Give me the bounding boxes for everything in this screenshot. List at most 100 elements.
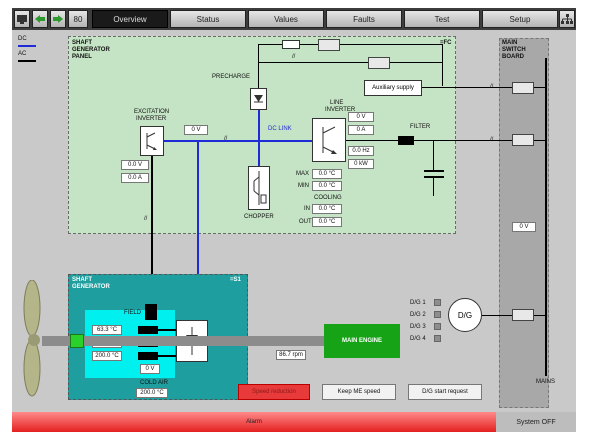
shaft-gen-title-1: SHAFT: [72, 277, 92, 283]
msb-voltage: 0 V: [512, 222, 536, 232]
mains-busbar: [545, 58, 547, 376]
excitation-label-2: INVERTER: [136, 116, 167, 122]
shaft-coupling: [70, 334, 84, 348]
dg-3-label: D/G 3: [410, 324, 426, 330]
legend-dc-line: [18, 45, 36, 47]
aux-junction: [442, 87, 443, 88]
tab-overview[interactable]: Overview: [92, 10, 168, 28]
field-winding: [145, 304, 157, 320]
excitation-inverter[interactable]: [140, 126, 164, 156]
tab-faults[interactable]: Faults: [326, 10, 402, 28]
tab-status[interactable]: Status: [170, 10, 246, 28]
stator-lead-3: [158, 355, 176, 357]
tab-setup[interactable]: Setup: [482, 10, 558, 28]
filter-cap-plate-1: [424, 170, 444, 172]
line-inverter-label-1: LINE: [330, 100, 344, 106]
legend-dc: DC: [18, 36, 27, 42]
aux-contactor[interactable]: [368, 57, 390, 69]
chopper[interactable]: [248, 166, 270, 210]
dg-1-label: D/G 1: [410, 300, 426, 306]
cooling-label: COOLING: [314, 195, 342, 201]
main-engine[interactable]: MAIN ENGINE: [324, 324, 400, 358]
dc-link-chopper: [258, 110, 260, 166]
screen: 80 Overview Status Values Faults Test Se…: [12, 8, 576, 432]
line-voltage: 0 V: [348, 112, 374, 122]
dg-1-indicator: [434, 299, 441, 306]
mains-label: MAINS: [536, 379, 556, 385]
cooling-in-temp: 0.0 °C: [312, 204, 342, 214]
line-inverter[interactable]: [312, 118, 346, 162]
dg-2-indicator: [434, 311, 441, 318]
excitation-label-1: EXCITATION: [134, 109, 170, 115]
dc-break-marker: //: [224, 136, 228, 142]
propeller-icon: [23, 280, 41, 397]
chopper-label: CHOPPER: [244, 214, 274, 220]
min-label: MIN: [298, 183, 309, 189]
back-arrow-icon[interactable]: [32, 10, 48, 28]
filter-label: FILTER: [410, 124, 431, 130]
filter-cap-plate-2: [424, 176, 444, 178]
legend-ac: AC: [18, 51, 27, 57]
sg-panel-title-3: PANEL: [72, 54, 92, 60]
min-temp: 0.0 °C: [312, 181, 342, 191]
speed-reduction-button[interactable]: Speed reduction: [238, 384, 310, 400]
msb-title-3: BOARD: [502, 54, 524, 60]
msb-breaker-line[interactable]: [512, 134, 534, 146]
cooling-out-temp: 0.0 °C: [312, 217, 342, 227]
line-power: 0 kW: [348, 159, 374, 169]
dg-start-request-button[interactable]: D/G start request: [408, 384, 482, 400]
winding-temp-1: 63.3 °C: [92, 325, 122, 335]
dc-link-voltage: 0 V: [184, 125, 208, 135]
filter-cap-ground: [433, 178, 434, 196]
aux-supply-box[interactable]: Auxiliary supply: [364, 80, 422, 96]
sg-panel-title-2: GENERATOR: [72, 47, 110, 53]
shaft-gen-voltage: 0 V: [140, 364, 160, 374]
excitation-break-marker: //: [144, 216, 148, 222]
alarm-bar[interactable]: Alarm: [12, 412, 496, 432]
propeller-shaft: [42, 336, 324, 346]
precharge-diode: [250, 88, 267, 110]
excitation-current: 0.0 A: [121, 173, 149, 183]
sg-panel-title-1: SHAFT: [72, 40, 92, 46]
shaft-gen-title-2: GENERATOR: [72, 284, 110, 290]
aux-break-marker: //: [490, 84, 494, 90]
field-label: FIELD: [124, 310, 142, 316]
tab-test[interactable]: Test: [404, 10, 480, 28]
stator-lead-1: [158, 329, 176, 331]
shaft-gen-id: =S1: [230, 277, 241, 283]
keep-me-speed-button[interactable]: Keep ME speed: [322, 384, 396, 400]
winding-temp-3: 200.0 °C: [92, 351, 122, 361]
counter-button[interactable]: 80: [68, 10, 88, 28]
line-current: 0 A: [348, 125, 374, 135]
precharge-resistor: [282, 40, 300, 49]
line-frequency: 0.0 Hz: [348, 146, 374, 156]
precharge-label: PRECHARGE: [212, 74, 251, 80]
max-label: MAX: [296, 171, 310, 177]
cold-air-label: COLD AIR: [140, 380, 169, 386]
line-break-marker: //: [490, 137, 494, 143]
legend-ac-line: [18, 60, 36, 62]
dc-link-label: DC LINK: [268, 126, 292, 132]
max-temp: 0.0 °C: [312, 169, 342, 179]
top-break-marker: //: [292, 54, 296, 60]
cooling-in-label: IN: [304, 206, 310, 212]
filter-cap-lead: [433, 140, 434, 170]
aux-vertical: [442, 44, 443, 86]
diesel-generator[interactable]: D/G: [448, 298, 482, 332]
forward-arrow-icon[interactable]: [50, 10, 66, 28]
toolbar: 80 Overview Status Values Faults Test Se…: [12, 8, 576, 30]
system-status: System OFF: [496, 412, 576, 432]
tab-values[interactable]: Values: [248, 10, 324, 28]
network-icon[interactable]: [559, 10, 575, 28]
monitor-icon[interactable]: [14, 10, 30, 28]
precharge-contactor[interactable]: [318, 39, 340, 51]
filter-reactor: [398, 136, 414, 145]
cooling-out-label: OUT: [299, 219, 312, 225]
dg-4-indicator: [434, 335, 441, 342]
shaft-rpm: 86.7 rpm: [276, 350, 306, 360]
msb-breaker-aux[interactable]: [512, 82, 534, 94]
dg-3-indicator: [434, 323, 441, 330]
top-ac-line-2: [258, 62, 442, 63]
msb-breaker-dg[interactable]: [512, 309, 534, 321]
msb-title-2: SWITCH: [502, 47, 526, 53]
